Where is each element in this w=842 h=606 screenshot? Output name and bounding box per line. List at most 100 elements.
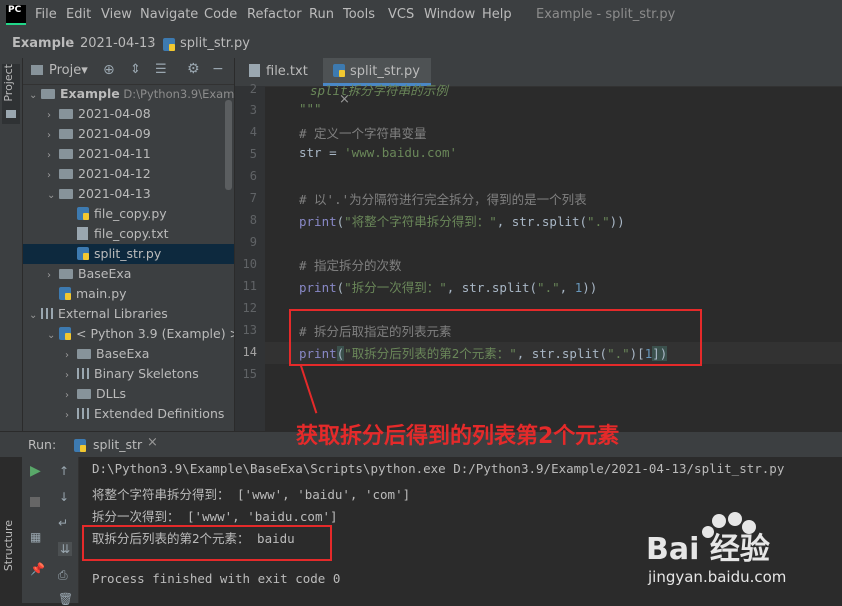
breadcrumb-folder[interactable]: 2021-04-13 bbox=[80, 36, 156, 51]
line-number: 11 bbox=[242, 279, 257, 293]
tab-structure[interactable]: Structure bbox=[2, 520, 20, 600]
chevron-right-icon[interactable]: › bbox=[47, 146, 59, 164]
minimize-icon[interactable]: − bbox=[212, 61, 224, 77]
chevron-down-icon[interactable]: ⌄ bbox=[29, 86, 41, 104]
pycharm-logo-icon: PC bbox=[6, 5, 26, 25]
tree-item[interactable]: › Binary Skeletons bbox=[23, 364, 234, 384]
chevron-right-icon[interactable]: › bbox=[47, 266, 59, 284]
tree-item[interactable]: ⌄ < Python 3.9 (Example) > bbox=[23, 324, 234, 344]
soft-wrap-icon[interactable]: ↵ bbox=[58, 516, 68, 530]
layout-icon[interactable]: ▦ bbox=[30, 530, 41, 544]
library-icon bbox=[77, 408, 89, 419]
menu-code[interactable]: Code bbox=[204, 7, 237, 22]
tree-item[interactable]: main.py bbox=[23, 284, 234, 304]
tree-item[interactable]: file_copy.py bbox=[23, 204, 234, 224]
tree-item[interactable]: › BaseExa bbox=[23, 344, 234, 364]
gear-icon[interactable]: ⚙ bbox=[187, 61, 200, 77]
breadcrumb-project[interactable]: Example bbox=[12, 36, 74, 51]
folder-icon bbox=[59, 169, 73, 179]
pin-icon[interactable]: 📌 bbox=[30, 562, 45, 576]
tree-item[interactable]: › BaseExa bbox=[23, 264, 234, 284]
expand-all-icon[interactable]: ⇕ bbox=[130, 62, 141, 77]
python-file-icon bbox=[77, 247, 89, 260]
editor-area[interactable] bbox=[235, 58, 842, 436]
tree-item[interactable]: › 2021-04-12 bbox=[23, 164, 234, 184]
breadcrumb-file[interactable]: split_str.py bbox=[180, 36, 250, 51]
folder-icon bbox=[59, 149, 73, 159]
tab-label: split_str.py bbox=[350, 64, 420, 79]
menu-tools[interactable]: Tools bbox=[343, 7, 375, 22]
menu-vcs[interactable]: VCS bbox=[388, 7, 414, 22]
code-line-10: # 指定拆分的次数 bbox=[299, 258, 402, 273]
menu-window[interactable]: Window bbox=[424, 7, 475, 22]
project-scrollbar[interactable] bbox=[225, 100, 232, 190]
tree-item[interactable]: ⌄ Example D:\Python3.9\Exam bbox=[23, 84, 234, 104]
python-file-icon bbox=[59, 287, 71, 300]
line-number: 13 bbox=[242, 323, 257, 337]
close-icon[interactable]: × bbox=[147, 435, 158, 450]
chevron-right-icon[interactable]: › bbox=[47, 126, 59, 144]
watermark-site: jingyan.baidu.com bbox=[648, 568, 787, 586]
chevron-right-icon[interactable]: › bbox=[65, 406, 77, 424]
menu-navigate[interactable]: Navigate bbox=[140, 7, 198, 22]
chevron-down-icon[interactable]: ⌄ bbox=[29, 306, 41, 324]
project-view-dropdown[interactable]: Proje▾ bbox=[49, 63, 88, 78]
chevron-down-icon[interactable]: ⌄ bbox=[47, 326, 59, 344]
code-line-2: split拆分字符串的示例 bbox=[310, 83, 448, 98]
arrow-down-icon[interactable]: ↓ bbox=[59, 490, 69, 504]
tree-item-label: Binary Skeletons bbox=[94, 366, 199, 381]
output-highlight-box bbox=[82, 525, 332, 561]
watermark-logo: Bai 经验 bbox=[646, 532, 770, 567]
run-config-tab[interactable]: split_str bbox=[93, 437, 142, 452]
tree-item-label: BaseExa bbox=[78, 266, 132, 281]
tree-item-label: 2021-04-12 bbox=[78, 166, 151, 181]
line-number: 15 bbox=[242, 367, 257, 381]
tree-item[interactable]: ⌄ External Libraries bbox=[23, 304, 234, 324]
line-number: 10 bbox=[242, 257, 257, 271]
scroll-to-end-icon[interactable]: ⇊ bbox=[58, 542, 73, 556]
tree-item[interactable]: › 2021-04-11 bbox=[23, 144, 234, 164]
arrow-up-icon[interactable]: ↑ bbox=[59, 464, 69, 478]
tree-item[interactable]: split_str.py bbox=[23, 244, 234, 264]
stop-icon[interactable] bbox=[30, 497, 40, 507]
text-file-icon bbox=[77, 227, 88, 240]
chevron-down-icon[interactable]: ⌄ bbox=[47, 186, 59, 204]
run-output-line: D:\Python3.9\Example\BaseExa\Scripts\pyt… bbox=[92, 461, 785, 476]
tree-item[interactable]: ⌄ 2021-04-13 bbox=[23, 184, 234, 204]
tab-project-label: Project bbox=[2, 64, 15, 102]
chevron-right-icon[interactable]: › bbox=[65, 366, 77, 384]
tree-item[interactable]: file_copy.txt bbox=[23, 224, 234, 244]
menu-file[interactable]: File bbox=[35, 7, 57, 22]
chevron-right-icon[interactable]: › bbox=[47, 106, 59, 124]
locate-icon[interactable]: ⊕ bbox=[103, 62, 115, 78]
python-file-icon bbox=[77, 207, 89, 220]
menu-view[interactable]: View bbox=[101, 7, 132, 22]
folder-icon bbox=[59, 129, 73, 139]
chevron-right-icon[interactable]: › bbox=[47, 166, 59, 184]
python-file-icon bbox=[163, 38, 180, 53]
line-number: 6 bbox=[249, 169, 257, 183]
menu-run[interactable]: Run bbox=[309, 7, 334, 22]
print-icon[interactable]: ⎙ bbox=[58, 568, 68, 583]
menu-help[interactable]: Help bbox=[482, 7, 512, 22]
run-label: Run: bbox=[28, 437, 57, 452]
python-file-icon bbox=[74, 439, 91, 454]
line-number: 5 bbox=[249, 147, 257, 161]
rerun-icon[interactable]: ▶ bbox=[30, 463, 41, 479]
python-sdk-icon bbox=[59, 327, 71, 340]
line-number: 8 bbox=[249, 213, 257, 227]
line-number: 12 bbox=[242, 301, 257, 315]
chevron-right-icon[interactable]: › bbox=[65, 346, 77, 364]
tree-item[interactable]: › 2021-04-09 bbox=[23, 124, 234, 144]
tree-item-label: file_copy.txt bbox=[94, 226, 169, 241]
tree-item[interactable]: › 2021-04-08 bbox=[23, 104, 234, 124]
project-folder-icon bbox=[31, 65, 43, 75]
chevron-right-icon[interactable]: › bbox=[65, 386, 77, 404]
menu-edit[interactable]: Edit bbox=[66, 7, 91, 22]
tree-item[interactable]: › DLLs bbox=[23, 384, 234, 404]
collapse-all-icon[interactable]: ☰ bbox=[155, 62, 167, 77]
trash-icon[interactable]: 🗑 bbox=[58, 592, 73, 606]
menu-refactor[interactable]: Refactor bbox=[247, 7, 302, 22]
tree-item[interactable]: › Extended Definitions bbox=[23, 404, 234, 424]
tree-item-label: main.py bbox=[76, 286, 127, 301]
